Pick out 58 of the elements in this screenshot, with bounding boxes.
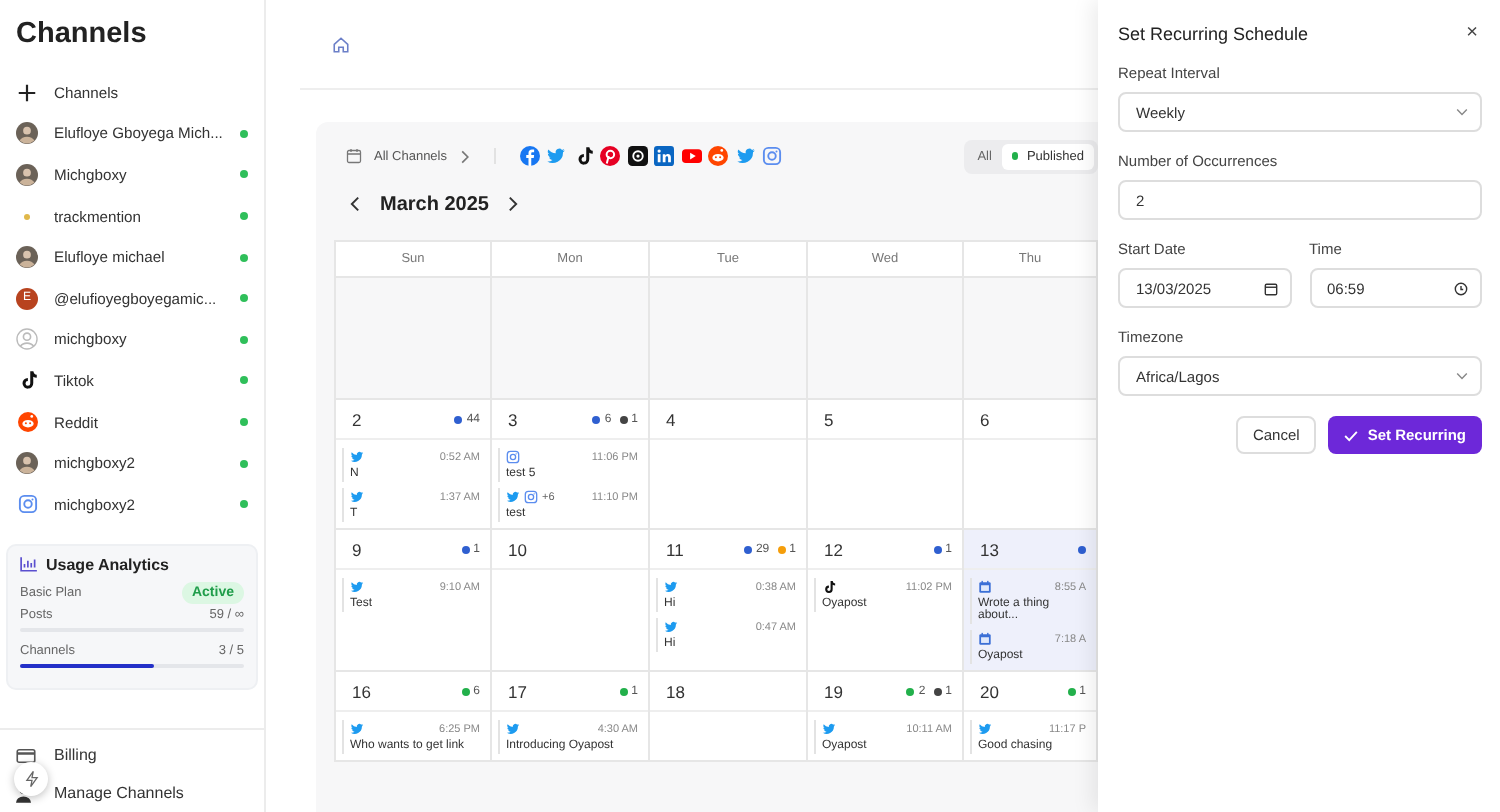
threads-icon: [627, 146, 647, 166]
chevron-right-icon[interactable]: [508, 196, 519, 212]
chevron-left-icon[interactable]: [350, 196, 360, 212]
instagram-icon: [762, 146, 782, 166]
tiktok-icon: [17, 370, 37, 391]
bird-icon: [978, 722, 992, 736]
reddit-icon: [17, 412, 37, 433]
bird-icon: [664, 580, 678, 594]
dialog-title: Set Recurring Schedule: [1118, 23, 1309, 43]
quick-action-button[interactable]: [14, 762, 48, 796]
bird-icon: [735, 146, 755, 166]
bird-icon: [822, 722, 836, 736]
close-button[interactable]: ×: [1462, 22, 1482, 44]
chart-icon: [20, 556, 38, 573]
avatar-icon: [16, 246, 38, 269]
day-cell[interactable]: 4: [650, 400, 808, 530]
bird-icon: [506, 722, 520, 736]
avatar-icon: [16, 163, 38, 186]
bird-icon: [546, 146, 566, 166]
tiktok-icon: [822, 580, 836, 594]
bird-icon: [664, 620, 678, 634]
dot-icon: [24, 213, 30, 220]
pinterest-icon: [600, 146, 620, 166]
usage-title: Usage Analytics: [46, 555, 170, 574]
bird-icon: [506, 490, 520, 504]
instagram-icon: [524, 490, 538, 504]
calendar-icon[interactable]: [1263, 281, 1277, 295]
bird-icon: [350, 450, 364, 464]
caret-icon: [1456, 372, 1468, 380]
facebook-icon: [519, 146, 539, 166]
linkedin-icon: [654, 146, 674, 166]
reddit-icon: [708, 146, 728, 166]
home-icon[interactable]: [332, 35, 350, 53]
day-cell[interactable]: 18: [650, 672, 808, 762]
month-title: March 2025: [380, 193, 489, 215]
avatar-icon: [16, 452, 38, 475]
instagram-icon: [506, 450, 520, 464]
day-cell[interactable]: 10: [492, 530, 650, 672]
sidebar-title: Channels: [14, 16, 149, 54]
footer-item[interactable]: Billing: [0, 736, 264, 774]
calendar-icon: [978, 632, 992, 646]
clock-icon[interactable]: [1454, 281, 1468, 295]
tiktok-icon: [573, 146, 593, 166]
bird-icon: [350, 580, 364, 594]
card-icon: [16, 747, 36, 763]
instagram-icon: [17, 494, 37, 515]
caret-icon: [1456, 108, 1468, 116]
avatar-icon: [16, 328, 38, 351]
calendar-icon: [978, 580, 992, 594]
bird-icon: [350, 722, 364, 736]
day-cell[interactable]: 5: [808, 400, 964, 530]
calendar-icon: [346, 148, 362, 164]
check-icon: [1343, 429, 1358, 441]
bird-icon: [350, 490, 364, 504]
lightning-icon: [23, 770, 39, 788]
avatar-icon: [16, 122, 38, 145]
plus-icon: [16, 81, 38, 104]
youtube-icon: [681, 146, 701, 166]
